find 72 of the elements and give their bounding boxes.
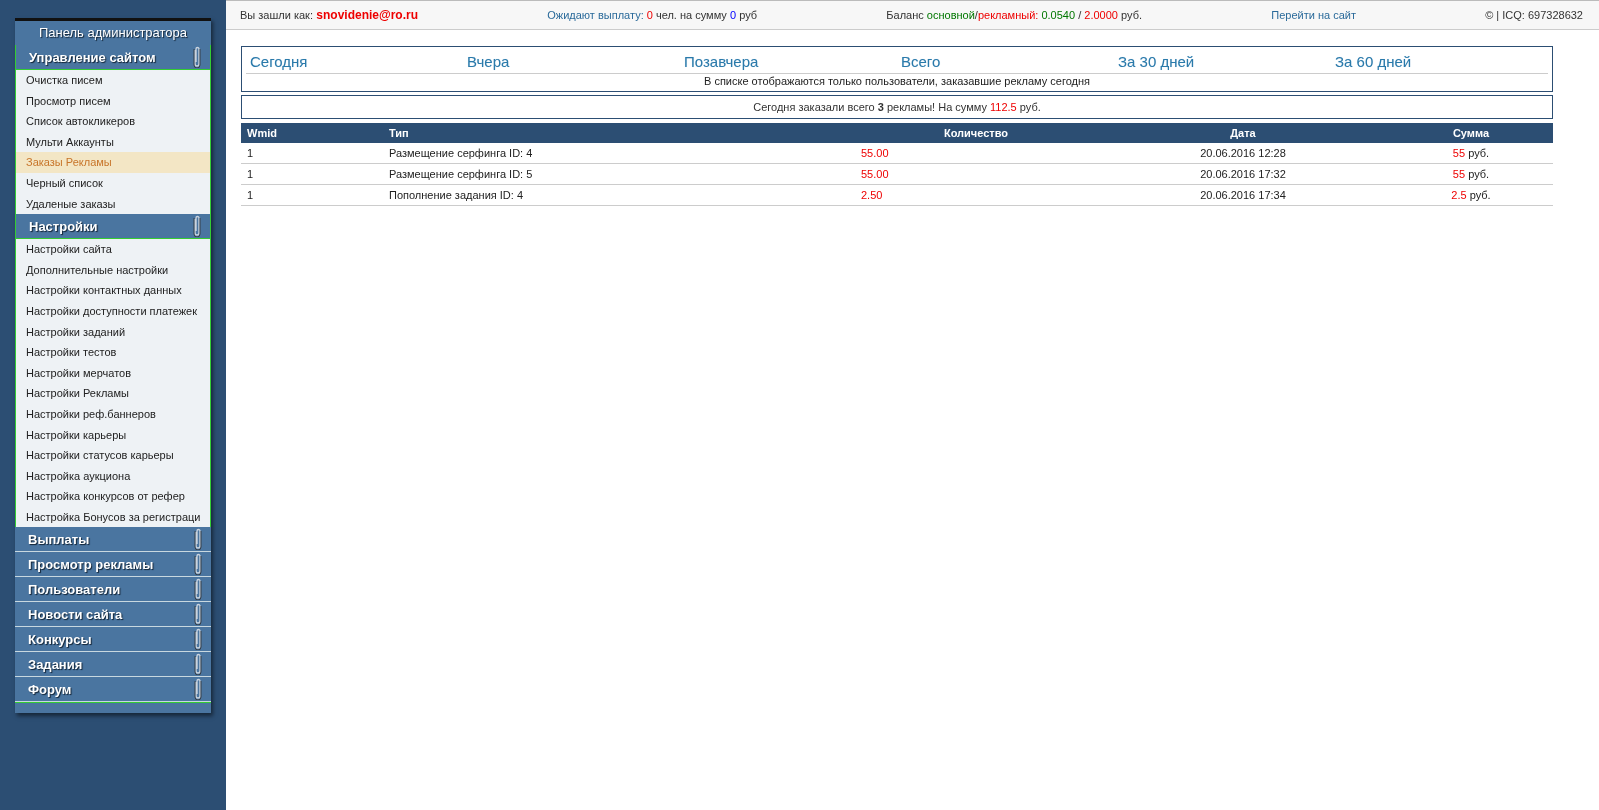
menu-item[interactable]: Настройка конкурсов от рефер [16, 486, 210, 507]
menu-item[interactable]: Настройки реф.баннеров [16, 403, 210, 425]
menu-section-header[interactable]: Задания [15, 652, 211, 678]
menu-section-header[interactable]: Выплаты [15, 527, 211, 553]
table-cell: 55 руб. [1389, 143, 1553, 164]
paperclip-icon [193, 578, 203, 601]
menu-item[interactable]: Настройки Рекламы [16, 383, 210, 404]
paperclip-icon [193, 553, 203, 576]
period-link[interactable]: Вчера [463, 53, 680, 70]
paperclip-icon [193, 603, 203, 626]
column-header: Сумма [1389, 123, 1553, 143]
table-cell: 20.06.2016 12:28 [1097, 143, 1389, 164]
table-cell: 2.5 руб. [1389, 184, 1553, 206]
menu-section-header[interactable]: Управление сайтом [15, 45, 211, 70]
menu-item[interactable]: Черный список [16, 172, 210, 194]
table-cell: 20.06.2016 17:32 [1097, 163, 1389, 185]
paperclip-icon [193, 678, 203, 701]
top-bar-info: © | ICQ: 697328632 [1485, 9, 1583, 21]
menu-section-header[interactable]: Форум [15, 677, 211, 703]
table-cell: 20.06.2016 17:34 [1097, 184, 1389, 206]
menu-section-header[interactable]: Настройки [15, 214, 211, 240]
panel-title: Панель администратора [37, 24, 189, 42]
table-cell: 55.00 [855, 163, 1097, 185]
menu-item[interactable]: Настройки контактных данных [16, 280, 210, 301]
column-header: Wmid [241, 123, 383, 143]
period-link[interactable]: Позавчера [680, 53, 897, 70]
menu-item[interactable]: Настройка Бонусов за регистраци [16, 506, 210, 528]
period-link[interactable]: За 60 дней [1331, 53, 1548, 70]
table-cell: 55.00 [855, 143, 1097, 164]
table-cell: Размещение серфинга ID: 5 [383, 163, 855, 185]
paperclip-icon [193, 653, 203, 676]
period-link[interactable]: Сегодня [246, 53, 463, 70]
menu-item[interactable]: Настройки сайта [16, 239, 210, 260]
summary-text: Сегодня заказали всего 3 рекламы! На сумму 112.5 руб. [753, 101, 1041, 113]
column-header: Тип [383, 123, 855, 143]
table-cell: 1 [241, 184, 383, 206]
paperclip-icon [193, 528, 203, 551]
paperclip-icon [192, 215, 202, 238]
menu-item[interactable]: Настройки карьеры [16, 424, 210, 446]
paperclip-icon [192, 46, 202, 68]
menu-section-header[interactable]: Просмотр рекламы [15, 552, 211, 578]
column-header: Количество [855, 123, 1097, 143]
top-bar-info: Вы зашли как: snovidenie@ro.ru [240, 8, 419, 22]
menu-item[interactable]: Очистка писем [16, 70, 210, 91]
column-header: Дата [1097, 123, 1389, 143]
menu-item[interactable]: Настройки заданий [16, 321, 210, 343]
period-note: В списке отображаются только пользователи, заказавшие рекламу сегодня [703, 74, 1091, 87]
menu-item[interactable]: Настройки мерчатов [16, 362, 210, 384]
menu-item[interactable]: Список автокликеров [16, 111, 210, 132]
menu-section-header[interactable]: Пользователи [15, 577, 211, 603]
table-cell: 1 [241, 163, 383, 185]
table-cell: Пополнение задания ID: 4 [383, 184, 855, 206]
table-cell: Размещение серфинга ID: 4 [383, 143, 855, 164]
period-link[interactable]: Всего [897, 53, 1114, 70]
table-cell: 55 руб. [1389, 163, 1553, 185]
table-cell: 2.50 [855, 184, 1097, 206]
menu-item[interactable]: Настройки статусов карьеры [16, 445, 210, 466]
paperclip-icon [193, 628, 203, 651]
top-bar-info: Ожидают выплату: 0 чел. на сумму 0 руб [547, 9, 758, 21]
table-cell: 1 [241, 143, 383, 164]
menu-section-header[interactable]: Новости сайта [15, 602, 211, 628]
menu-section-header[interactable]: Конкурсы [15, 627, 211, 653]
menu-item[interactable]: Дополнительные настройки [16, 259, 210, 281]
menu-item[interactable]: Настройка аукциона [16, 465, 210, 487]
top-bar-info: Баланс основной/рекламный: 0.0540 / 2.0000 руб. [886, 9, 1142, 21]
menu-item[interactable]: Просмотр писем [16, 90, 210, 112]
menu-item[interactable]: Удаленые заказы [16, 193, 210, 215]
menu-item[interactable]: Мульти Аккаунты [16, 131, 210, 153]
menu-item[interactable]: Настройки доступности платежек [16, 300, 210, 322]
menu-item[interactable]: Настройки тестов [16, 342, 210, 363]
period-link[interactable]: За 30 дней [1114, 53, 1331, 70]
site-link[interactable]: Перейти на сайт [1271, 9, 1356, 21]
